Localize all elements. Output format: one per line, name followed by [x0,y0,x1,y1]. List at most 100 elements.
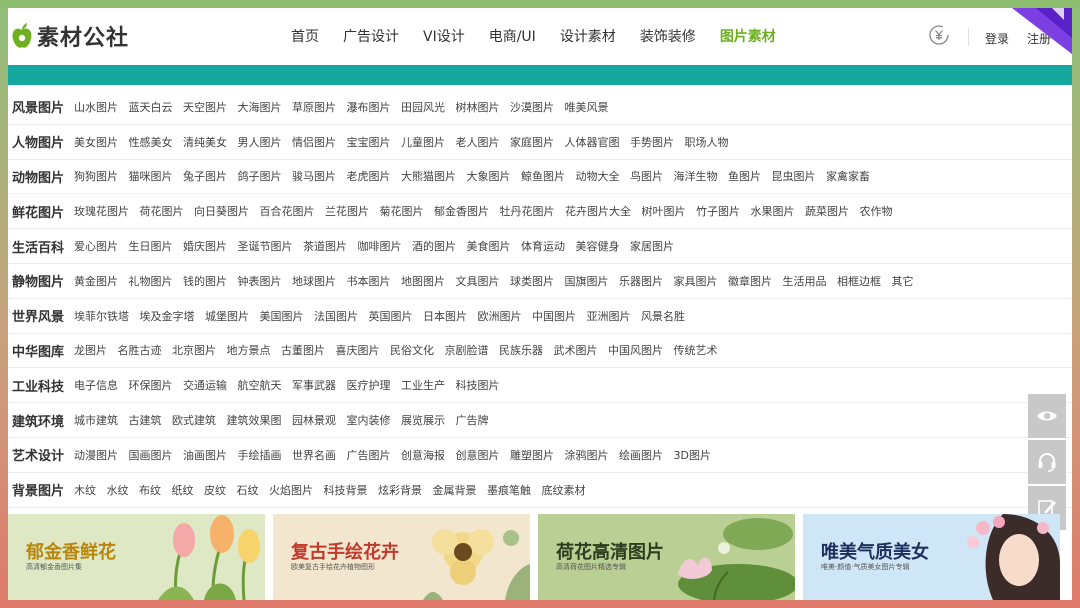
category-link[interactable]: 墨痕笔触 [487,482,531,498]
category-link[interactable]: 火焰图片 [269,482,313,498]
category-link[interactable]: 美国图片 [260,308,304,324]
category-link[interactable]: 树林图片 [456,99,500,115]
category-link[interactable]: 圣诞节图片 [238,238,293,254]
category-link[interactable]: 爱心图片 [74,238,118,254]
category-link[interactable]: 荷花图片 [140,203,184,219]
category-link[interactable]: 国画图片 [129,447,173,463]
corner-ribbon-icon[interactable] [1012,8,1072,54]
category-link[interactable]: 北京图片 [172,342,216,358]
banner-lotus[interactable]: 荷花高清图片 高清荷花图片精选专辑 [538,514,795,600]
category-title[interactable]: 背景图片 [12,480,74,499]
category-link[interactable]: 欧洲图片 [478,308,522,324]
category-link[interactable]: 天空图片 [183,99,227,115]
category-link[interactable]: 海洋生物 [674,168,718,184]
category-link[interactable]: 日本图片 [423,308,467,324]
category-title[interactable]: 建筑环境 [12,411,74,430]
category-link[interactable]: 纸纹 [172,482,194,498]
category-link[interactable]: 山水图片 [74,99,118,115]
category-link[interactable]: 鲸鱼图片 [521,168,565,184]
category-link[interactable]: 钱的图片 [183,273,227,289]
category-link[interactable]: 玫瑰花图片 [74,203,129,219]
category-link[interactable]: 蓝天白云 [129,99,173,115]
category-link[interactable]: 城市建筑 [74,412,118,428]
category-link[interactable]: 家居图片 [630,238,674,254]
category-link[interactable]: 科技图片 [456,377,500,393]
category-link[interactable]: 传统艺术 [674,342,718,358]
category-link[interactable]: 宝宝图片 [347,134,391,150]
category-link[interactable]: 鸟图片 [630,168,663,184]
category-title[interactable]: 风景图片 [12,97,74,116]
category-link[interactable]: 狗狗图片 [74,168,118,184]
category-link[interactable]: 环保图片 [129,377,173,393]
category-link[interactable]: 沙漠图片 [510,99,554,115]
category-link[interactable]: 手势图片 [630,134,674,150]
category-title[interactable]: 动物图片 [12,167,74,186]
category-link[interactable]: 树叶图片 [642,203,686,219]
category-link[interactable]: 科技背景 [324,482,368,498]
category-link[interactable]: 钟表图片 [238,273,282,289]
category-link[interactable]: 职场人物 [685,134,729,150]
category-link[interactable]: 地图图片 [401,273,445,289]
category-link[interactable]: 武术图片 [554,342,598,358]
category-link[interactable]: 徽章图片 [728,273,772,289]
category-link[interactable]: 骏马图片 [292,168,336,184]
category-link[interactable]: 向日葵图片 [194,203,249,219]
category-link[interactable]: 英国图片 [369,308,413,324]
category-title[interactable]: 艺术设计 [12,445,74,464]
category-link[interactable]: 中国图片 [532,308,576,324]
category-link[interactable]: 生日图片 [129,238,173,254]
nav-item-ecommerce-ui[interactable]: 电商/UI [489,26,536,46]
category-link[interactable]: 兔子图片 [183,168,227,184]
category-title[interactable]: 鲜花图片 [12,202,74,221]
category-link[interactable]: 家禽家畜 [826,168,870,184]
category-link[interactable]: 医疗护理 [347,377,391,393]
category-link[interactable]: 郁金香图片 [434,203,489,219]
category-link[interactable]: 水纹 [107,482,129,498]
side-view-button[interactable] [1028,394,1066,438]
category-link[interactable]: 瀑布图片 [347,99,391,115]
category-title[interactable]: 工业科技 [12,376,74,395]
category-link[interactable]: 亚洲图片 [587,308,631,324]
banner-beauty[interactable]: 唯美气质美女 唯美·颜值·气质美女图片专辑 [803,514,1060,600]
category-link[interactable]: 大象图片 [467,168,511,184]
category-link[interactable]: 园林景观 [292,412,336,428]
category-link[interactable]: 创意图片 [456,447,500,463]
category-link[interactable]: 礼物图片 [129,273,173,289]
category-link[interactable]: 雕塑图片 [510,447,554,463]
category-link[interactable]: 球类图片 [510,273,554,289]
category-link[interactable]: 涂鸦图片 [565,447,609,463]
category-link[interactable]: 婚庆图片 [183,238,227,254]
category-link[interactable]: 石纹 [237,482,259,498]
nav-item-decoration[interactable]: 装饰装修 [640,26,696,46]
category-link[interactable]: 民俗文化 [390,342,434,358]
category-link[interactable]: 酒的图片 [412,238,456,254]
category-link[interactable]: 城堡图片 [205,308,249,324]
category-link[interactable]: 咖啡图片 [358,238,402,254]
category-link[interactable]: 鱼图片 [728,168,761,184]
category-link[interactable]: 民族乐器 [499,342,543,358]
category-link[interactable]: 木纹 [74,482,96,498]
category-title[interactable]: 中华图库 [12,341,74,360]
category-link[interactable]: 美女图片 [74,134,118,150]
category-link[interactable]: 田园风光 [401,99,445,115]
category-link[interactable]: 广告牌 [456,412,489,428]
category-link[interactable]: 建筑效果图 [227,412,282,428]
category-link[interactable]: 手绘插画 [238,447,282,463]
category-link[interactable]: 男人图片 [238,134,282,150]
category-link[interactable]: 水果图片 [751,203,795,219]
category-link[interactable]: 国旗图片 [565,273,609,289]
category-link[interactable]: 底纹素材 [542,482,586,498]
category-link[interactable]: 花卉图片大全 [565,203,631,219]
category-link[interactable]: 地球图片 [292,273,336,289]
category-link[interactable]: 兰花图片 [325,203,369,219]
category-link[interactable]: 情侣图片 [292,134,336,150]
category-link[interactable]: 绘画图片 [619,447,663,463]
nav-item-ad-design[interactable]: 广告设计 [343,26,399,46]
category-link[interactable]: 中国风图片 [608,342,663,358]
category-link[interactable]: 菊花图片 [380,203,424,219]
category-link[interactable]: 航空航天 [238,377,282,393]
category-link[interactable]: 文具图片 [456,273,500,289]
yuan-coin-icon[interactable] [928,24,950,46]
category-link[interactable]: 风景名胜 [641,308,685,324]
category-link[interactable]: 皮纹 [204,482,226,498]
